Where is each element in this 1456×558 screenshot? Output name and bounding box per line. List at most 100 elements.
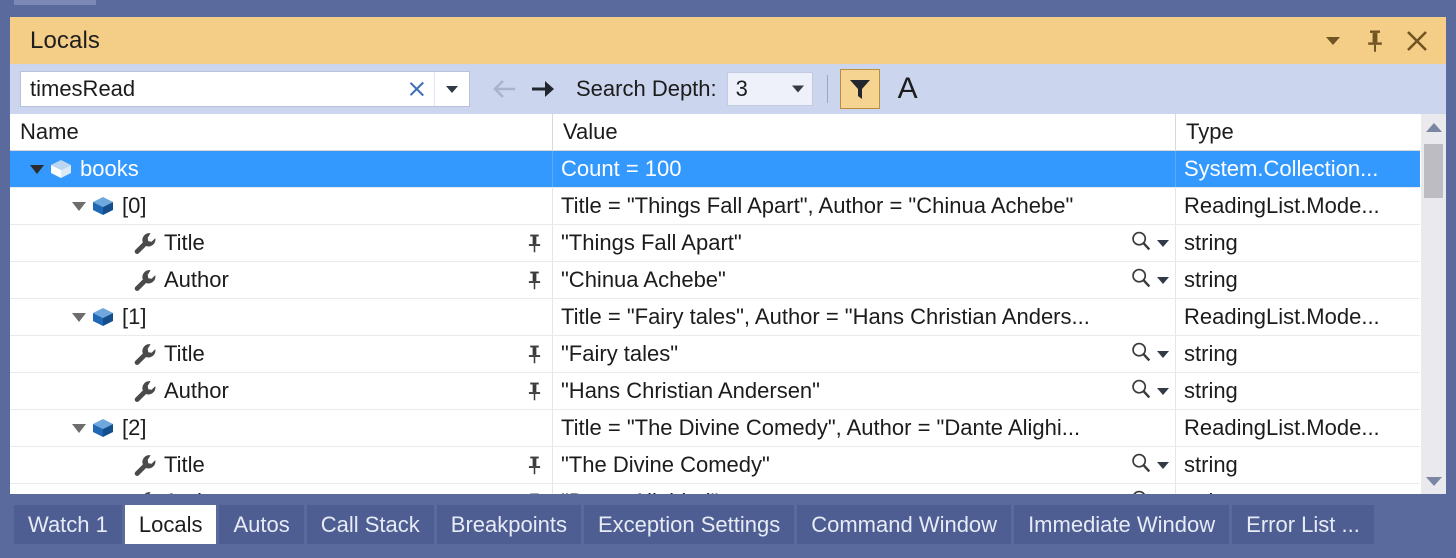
value-visualizer-group[interactable] [1129, 484, 1169, 494]
cell-name[interactable]: [1] [10, 299, 553, 335]
table-row[interactable]: Author "Dante Alighieri" string [10, 484, 1446, 494]
match-case-icon: A [897, 72, 918, 105]
cell-value[interactable]: "Hans Christian Andersen" [553, 373, 1176, 409]
value-visualizer-group[interactable] [1129, 262, 1169, 298]
triangle-down-icon [72, 312, 86, 322]
column-header-name[interactable]: Name [10, 114, 553, 150]
search-input[interactable]: timesRead [21, 76, 400, 102]
chevron-down-icon[interactable] [1157, 240, 1169, 247]
scroll-up-button[interactable] [1421, 114, 1446, 140]
cell-value[interactable]: Count = 100 [553, 151, 1176, 187]
table-row[interactable]: [1] Title = "Fairy tales", Author = "Hans… [10, 299, 1446, 336]
row-name-label: Title [164, 230, 205, 255]
expander-toggle[interactable] [68, 299, 90, 335]
vertical-scrollbar[interactable] [1420, 114, 1446, 494]
expander-placeholder [110, 262, 132, 298]
row-name-label: Author [164, 489, 229, 494]
column-header-type[interactable]: Type [1176, 114, 1424, 150]
search-history-dropdown-button[interactable] [434, 72, 469, 106]
table-row[interactable]: books Count = 100 System.Collection... [10, 151, 1446, 188]
cell-name[interactable]: Author [10, 262, 553, 298]
pin-row-icon[interactable] [522, 484, 546, 494]
cell-value[interactable]: Title = "Fairy tales", Author = "Hans Ch… [553, 299, 1176, 335]
row-type-label: string [1184, 267, 1238, 292]
tab-breakpoints[interactable]: Breakpoints [436, 505, 581, 544]
tab-watch-1[interactable]: Watch 1 [14, 505, 122, 544]
magnifier-visualizer-icon[interactable] [1129, 451, 1153, 481]
cell-name[interactable]: Title [10, 447, 553, 483]
expander-toggle[interactable] [68, 188, 90, 224]
chevron-down-icon[interactable] [1157, 351, 1169, 358]
table-row[interactable]: Title "Fairy tales" string [10, 336, 1446, 373]
window-menu-chevron-icon[interactable] [1320, 28, 1346, 54]
pin-row-icon[interactable] [522, 373, 546, 409]
chevron-down-icon [446, 85, 458, 93]
clear-search-button[interactable] [400, 72, 434, 106]
cell-value[interactable]: Title = "Things Fall Apart", Author = "C… [553, 188, 1176, 224]
search-previous-button[interactable] [488, 72, 522, 106]
tab-label: Call Stack [320, 511, 420, 537]
pin-row-icon[interactable] [522, 336, 546, 372]
chevron-down-icon[interactable] [1157, 388, 1169, 395]
tab-locals[interactable]: Locals [124, 505, 217, 544]
table-row[interactable]: [2] Title = "The Divine Comedy", Author =… [10, 410, 1446, 447]
pin-row-icon[interactable] [522, 262, 546, 298]
value-visualizer-group[interactable] [1129, 225, 1169, 261]
expander-toggle[interactable] [26, 151, 48, 187]
tab-autos[interactable]: Autos [219, 505, 304, 544]
value-visualizer-group[interactable] [1129, 336, 1169, 372]
cell-name[interactable]: Author [10, 484, 553, 494]
scrollbar-thumb[interactable] [1424, 144, 1443, 198]
table-row[interactable]: Title "Things Fall Apart" string [10, 225, 1446, 262]
search-box[interactable]: timesRead [20, 71, 470, 107]
filter-toggle-button[interactable] [839, 69, 880, 109]
column-header-value[interactable]: Value [553, 114, 1176, 150]
table-row[interactable]: Author "Hans Christian Andersen" string [10, 373, 1446, 410]
cell-name[interactable]: Title [10, 225, 553, 261]
tab-call-stack[interactable]: Call Stack [306, 505, 434, 544]
pin-window-icon[interactable] [1362, 28, 1388, 54]
cell-name[interactable]: [2] [10, 410, 553, 446]
cell-value[interactable]: "Things Fall Apart" [553, 225, 1176, 261]
vs-shell: Locals timesRead Search Depth: 3 A Name … [0, 0, 1456, 558]
magnifier-visualizer-icon[interactable] [1129, 488, 1153, 494]
cell-value[interactable]: Title = "The Divine Comedy", Author = "D… [553, 410, 1176, 446]
cell-value[interactable]: "Fairy tales" [553, 336, 1176, 372]
expander-placeholder [110, 225, 132, 261]
scroll-down-button[interactable] [1421, 468, 1446, 494]
cell-name[interactable]: [0] [10, 188, 553, 224]
cell-name[interactable]: Title [10, 336, 553, 372]
cell-value[interactable]: "The Divine Comedy" [553, 447, 1176, 483]
close-window-icon[interactable] [1404, 28, 1430, 54]
search-next-button[interactable] [526, 72, 560, 106]
value-visualizer-group[interactable] [1129, 373, 1169, 409]
table-row[interactable]: Author "Chinua Achebe" string [10, 262, 1446, 299]
chevron-down-icon[interactable] [1157, 462, 1169, 469]
search-depth-select[interactable]: 3 [726, 72, 813, 106]
cell-name[interactable]: books [10, 151, 553, 187]
magnifier-visualizer-icon[interactable] [1129, 377, 1153, 407]
cell-type: string [1176, 262, 1424, 298]
tab-exception-settings[interactable]: Exception Settings [583, 505, 795, 544]
tab-command-window[interactable]: Command Window [797, 505, 1012, 544]
adjacent-tab-stub [14, 0, 96, 5]
pin-row-icon[interactable] [522, 447, 546, 483]
tab-immediate-window[interactable]: Immediate Window [1014, 505, 1230, 544]
match-case-button[interactable]: A [890, 71, 926, 107]
table-row[interactable]: Title "The Divine Comedy" string [10, 447, 1446, 484]
magnifier-visualizer-icon[interactable] [1129, 340, 1153, 370]
tab-error-list[interactable]: Error List ... [1232, 505, 1374, 544]
value-visualizer-group[interactable] [1129, 447, 1169, 483]
magnifier-visualizer-icon[interactable] [1129, 266, 1153, 296]
pin-row-icon[interactable] [522, 225, 546, 261]
chevron-down-icon[interactable] [1157, 277, 1169, 284]
magnifier-visualizer-icon[interactable] [1129, 229, 1153, 259]
table-row[interactable]: [0] Title = "Things Fall Apart", Author =… [10, 188, 1446, 225]
grid-rows-viewport: books Count = 100 System.Collection... [0] T… [10, 151, 1446, 494]
cell-value[interactable]: "Dante Alighieri" [553, 484, 1176, 494]
cell-name[interactable]: Author [10, 373, 553, 409]
expander-toggle[interactable] [68, 410, 90, 446]
row-value-label: "Chinua Achebe" [561, 267, 726, 292]
row-value-label: "Hans Christian Andersen" [561, 378, 820, 403]
cell-value[interactable]: "Chinua Achebe" [553, 262, 1176, 298]
